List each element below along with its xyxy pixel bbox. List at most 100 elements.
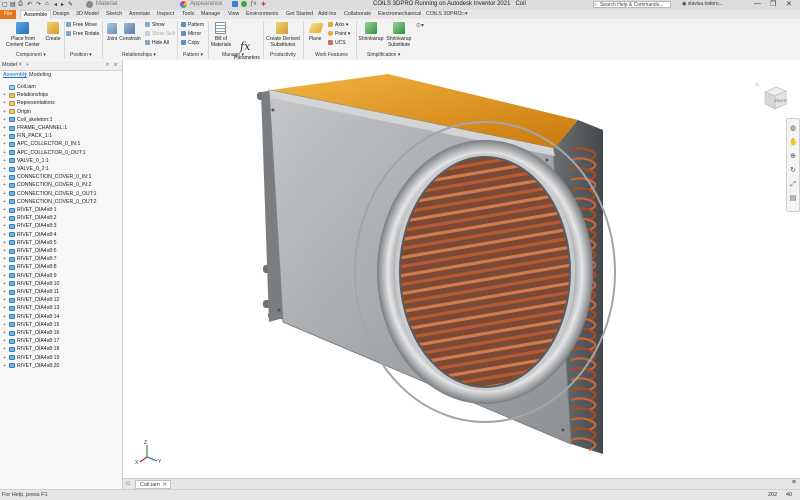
appearance-dropdown[interactable]: Appearance bbox=[190, 1, 222, 7]
tab-manage[interactable]: Manage bbox=[201, 11, 220, 17]
zoom-all-icon[interactable]: ⤢ bbox=[789, 181, 797, 189]
expand-icon[interactable]: + bbox=[2, 91, 7, 99]
tab-electromechanical[interactable]: Electromechanical bbox=[378, 11, 421, 17]
graphics-viewport[interactable]: Z Y X RIGHT ⌂ bbox=[123, 60, 800, 478]
expand-icon[interactable]: + bbox=[2, 313, 7, 321]
expand-icon[interactable]: + bbox=[2, 165, 7, 173]
place-button[interactable]: Place from Content Center bbox=[2, 36, 44, 48]
expand-icon[interactable]: + bbox=[2, 304, 7, 312]
expand-icon[interactable]: + bbox=[2, 362, 7, 370]
expand-icon[interactable]: + bbox=[2, 329, 7, 337]
forward-icon[interactable]: ▸ bbox=[61, 1, 64, 8]
open-icon[interactable]: ▤ bbox=[10, 1, 16, 8]
expand-icon[interactable]: + bbox=[2, 288, 7, 296]
expand-icon[interactable]: + bbox=[2, 124, 7, 132]
tab-design[interactable]: Design bbox=[53, 11, 70, 17]
tab-assembly[interactable]: Assembly bbox=[3, 72, 27, 78]
look-at-icon[interactable]: ▤ bbox=[789, 195, 797, 203]
expand-icon[interactable]: + bbox=[2, 181, 7, 189]
viewcube-home-icon[interactable]: ⌂ bbox=[755, 82, 759, 88]
tab-modeling[interactable]: Modeling bbox=[29, 72, 51, 78]
browser-menu-icon[interactable]: ≡ bbox=[114, 62, 117, 68]
maximize-button[interactable]: ❐ bbox=[770, 0, 776, 8]
expand-icon[interactable]: + bbox=[2, 272, 7, 280]
expand-icon[interactable]: + bbox=[2, 337, 7, 345]
tab-file[interactable]: File bbox=[0, 10, 16, 19]
back-icon[interactable]: ◂ bbox=[54, 1, 57, 8]
expand-icon[interactable]: + bbox=[2, 190, 7, 198]
ribbon-options-icon[interactable]: ⊙▾ bbox=[416, 22, 424, 29]
tab-environments[interactable]: Environments bbox=[246, 11, 278, 17]
update-icon[interactable]: ✎ bbox=[68, 1, 73, 8]
pattern-button[interactable]: Pattern bbox=[181, 22, 204, 28]
ucs-button[interactable]: UCS bbox=[328, 40, 346, 46]
expand-icon[interactable]: + bbox=[2, 173, 7, 181]
show-button[interactable]: Show bbox=[145, 22, 165, 28]
expand-icon[interactable]: + bbox=[2, 198, 7, 206]
adjust-icon[interactable] bbox=[232, 1, 238, 7]
browser-close-icon[interactable]: ✕ bbox=[18, 62, 23, 68]
material-dropdown[interactable]: Material bbox=[96, 1, 117, 7]
tab-sketch[interactable]: Sketch bbox=[106, 11, 122, 17]
copy-button[interactable]: Copy bbox=[181, 40, 200, 46]
save-icon[interactable]: ⎙ bbox=[18, 1, 23, 8]
expand-icon[interactable]: + bbox=[2, 345, 7, 353]
expand-icon[interactable]: + bbox=[2, 321, 7, 329]
home-icon[interactable]: ⌂ bbox=[45, 1, 49, 7]
clear-appearance-icon[interactable] bbox=[241, 1, 247, 7]
redo-icon[interactable]: ↷ bbox=[36, 1, 41, 8]
orbit-icon[interactable]: ↻ bbox=[789, 167, 797, 175]
mirror-button[interactable]: Mirror bbox=[181, 31, 201, 37]
tab-add-ins[interactable]: Add-Ins bbox=[318, 11, 336, 17]
point-button[interactable]: Point ▾ bbox=[328, 31, 350, 37]
hide-all-button[interactable]: Hide All bbox=[145, 40, 169, 46]
expand-icon[interactable]: + bbox=[2, 116, 7, 124]
expand-icon[interactable]: + bbox=[2, 140, 7, 148]
browser-add-icon[interactable]: + bbox=[26, 62, 29, 68]
expand-icon[interactable]: + bbox=[2, 132, 7, 140]
expand-icon[interactable]: + bbox=[2, 214, 7, 222]
pan-icon[interactable]: ✋ bbox=[789, 139, 798, 147]
expand-icon[interactable]: + bbox=[2, 255, 7, 263]
expand-icon[interactable]: + bbox=[2, 247, 7, 255]
group-position[interactable]: Position ▾ bbox=[70, 52, 92, 58]
plane-button[interactable]: Plane bbox=[305, 36, 325, 42]
zoom-icon[interactable]: ⊕ bbox=[789, 153, 797, 161]
browser-search-icon[interactable]: ⌕ bbox=[106, 62, 109, 69]
expand-icon[interactable]: + bbox=[2, 263, 7, 271]
expand-icon[interactable]: + bbox=[2, 231, 7, 239]
tab-more-icon[interactable]: ▭▾ bbox=[460, 11, 468, 17]
expand-icon[interactable]: + bbox=[2, 157, 7, 165]
close-button[interactable]: ✕ bbox=[786, 0, 792, 8]
free-rotate-button[interactable]: Free Rotate bbox=[66, 31, 99, 37]
group-pattern[interactable]: Pattern ▾ bbox=[183, 52, 203, 58]
tab-view[interactable]: View bbox=[228, 11, 239, 17]
expand-icon[interactable]: + bbox=[2, 280, 7, 288]
expand-icon[interactable]: + bbox=[2, 149, 7, 157]
fx-icon[interactable]: ƒx bbox=[250, 1, 256, 7]
free-move-button[interactable]: Free Move bbox=[66, 22, 97, 28]
undo-icon[interactable]: ↶ bbox=[27, 1, 32, 8]
tab-get-started[interactable]: Get Started bbox=[286, 11, 313, 17]
home-tab-icon[interactable]: ⌂ bbox=[126, 480, 130, 487]
group-manage[interactable]: Manage ▾ bbox=[222, 52, 244, 58]
bill-of-materials-button[interactable]: Bill of Materials bbox=[208, 36, 234, 48]
tabs-menu-icon[interactable]: ≡ bbox=[792, 479, 796, 486]
tab-coil-iam[interactable]: Coil.iam ✕ bbox=[135, 480, 171, 489]
expand-icon[interactable]: + bbox=[2, 99, 7, 107]
tab-inspect[interactable]: Inspect bbox=[157, 11, 174, 17]
group-relationships[interactable]: Relationships ▾ bbox=[122, 52, 156, 58]
tab-tools[interactable]: Tools bbox=[182, 11, 194, 17]
tab-coils-3dpro[interactable]: COILS 3DPRO bbox=[426, 11, 462, 17]
add-icon[interactable]: ✚ bbox=[261, 1, 266, 8]
constrain-button[interactable]: Constrain bbox=[119, 36, 141, 42]
viewcube[interactable]: RIGHT bbox=[759, 82, 789, 112]
group-simplification[interactable]: Simplification ▾ bbox=[367, 52, 400, 58]
user-account[interactable]: ◉ slavisa.todoro... bbox=[682, 1, 723, 7]
shrinkwrap-substitute-button[interactable]: Shrinkwrap Substitute bbox=[384, 36, 414, 48]
tab-3d-model[interactable]: 3D Model bbox=[76, 11, 99, 17]
tab-annotate[interactable]: Annotate bbox=[129, 11, 150, 17]
expand-icon[interactable]: + bbox=[2, 354, 7, 362]
expand-icon[interactable]: + bbox=[2, 296, 7, 304]
expand-icon[interactable]: + bbox=[2, 206, 7, 214]
